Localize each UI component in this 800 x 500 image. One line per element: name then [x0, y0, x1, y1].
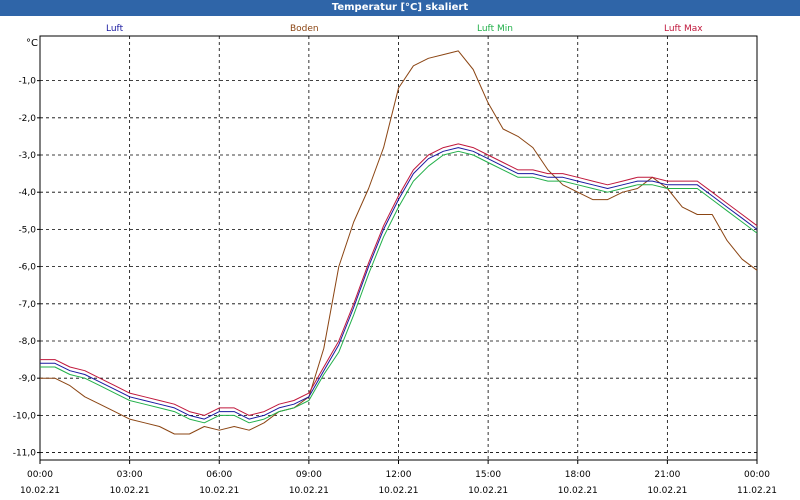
- x-tick-label-date: 10.02.21: [468, 486, 508, 496]
- x-tick-label-time: 00:00: [27, 470, 53, 480]
- y-tick-label: -6,0: [18, 263, 36, 273]
- x-tick-label-date: 10.02.21: [289, 486, 329, 496]
- x-tick-label-date: 11.02.21: [737, 486, 777, 496]
- x-tick-label-date: 10.02.21: [110, 486, 150, 496]
- x-tick-label-time: 09:00: [296, 470, 322, 480]
- y-tick-label: -4,0: [18, 188, 36, 198]
- x-tick-label-date: 10.02.21: [20, 486, 60, 496]
- y-tick-label: -5,0: [18, 225, 36, 235]
- x-tick-label-date: 10.02.21: [378, 486, 418, 496]
- y-tick-label: -2,0: [18, 114, 36, 124]
- y-tick-label: -7,0: [18, 300, 36, 310]
- x-tick-label-date: 10.02.21: [647, 486, 687, 496]
- x-tick-label-date: 10.02.21: [558, 486, 598, 496]
- y-tick-label: -10,0: [13, 411, 37, 421]
- y-tick-label: -9,0: [18, 374, 36, 384]
- line-chart: -1,0 -2,0 -3,0 -4,0 -5,0 -6,0 -7,0 -8,0 -9,0 -10,…: [13, 35, 777, 496]
- y-tick-label: -8,0: [18, 337, 36, 347]
- x-tick-label-time: 03:00: [117, 470, 143, 480]
- y-tick-label: -1,0: [18, 77, 36, 87]
- x-tick-label-time: 15:00: [475, 470, 501, 480]
- y-tick-label: -11,0: [13, 449, 37, 459]
- x-tick-label-date: 10.02.21: [199, 486, 239, 496]
- x-tick-label-time: 12:00: [386, 470, 412, 480]
- x-tick-label-time: 00:00: [744, 470, 770, 480]
- x-tick-label-time: 18:00: [565, 470, 591, 480]
- x-tick-label-time: 06:00: [206, 470, 232, 480]
- x-tick-label-time: 21:00: [654, 470, 680, 480]
- y-tick-label: -3,0: [18, 151, 36, 161]
